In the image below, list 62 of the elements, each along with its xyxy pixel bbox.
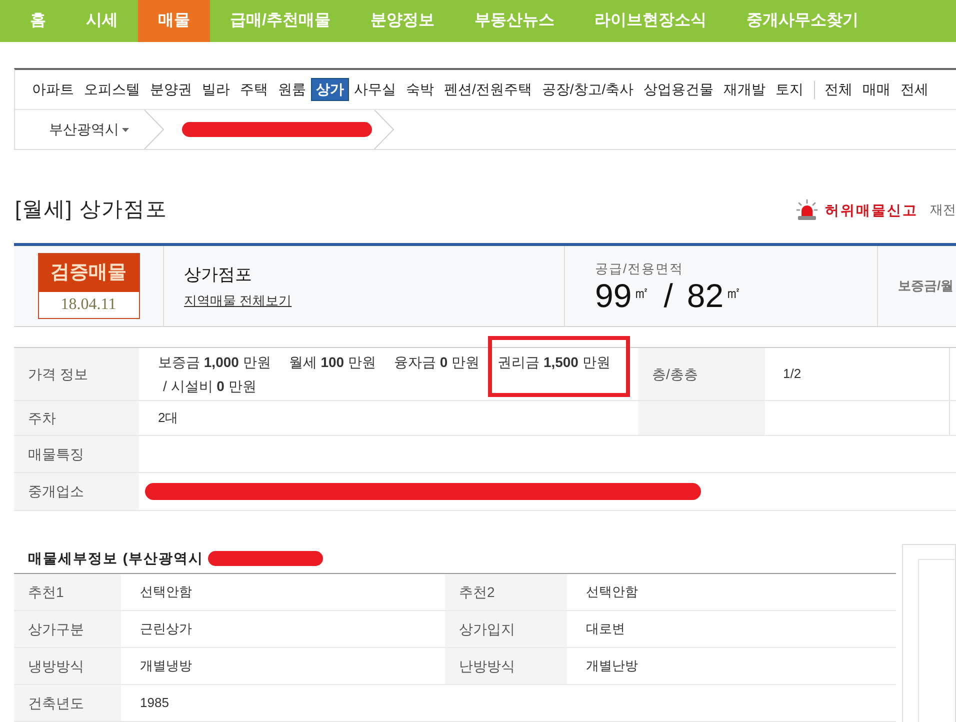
- area-value: 82: [686, 278, 724, 314]
- category-tab[interactable]: 전체: [820, 78, 858, 101]
- table-label-cell: 상가구분: [14, 611, 121, 647]
- table-cell-text: 1/2: [783, 365, 802, 384]
- category-tab[interactable]: 재개발: [718, 78, 771, 101]
- category-tab[interactable]: 숙박: [401, 78, 439, 101]
- table-cell-text: 선택안함: [586, 583, 638, 602]
- price-item: 보증금 1,000 만원: [158, 352, 271, 372]
- table-cell-text: 1985: [140, 694, 169, 712]
- category-tab[interactable]: 공장/창고/축사: [536, 78, 639, 101]
- badge-date: 18.04.11: [60, 295, 118, 315]
- table-label-cell: 난방방식: [445, 648, 567, 684]
- table-label-cell: 중개업소: [14, 473, 139, 510]
- category-tab[interactable]: 아파트: [27, 78, 79, 101]
- listing-name: 상가점포: [184, 264, 253, 286]
- table-label-cell: 냉방방식: [14, 648, 121, 684]
- category-tab[interactable]: 토지: [770, 78, 809, 101]
- badge-label: 검증매물: [38, 254, 138, 292]
- category-tab[interactable]: 주택: [235, 78, 273, 101]
- breadcrumb-chevron-icon: [374, 110, 394, 149]
- area-listings-link[interactable]: 지역매물 전체보기: [184, 290, 292, 310]
- siren-icon: [796, 199, 818, 221]
- table-label-cell: 추천1: [14, 574, 121, 610]
- table-cell-text: 선택안함: [140, 583, 192, 602]
- price-item: 권리금 1,500 만원: [498, 354, 610, 370]
- price-item: 월세 100 만원: [288, 352, 376, 372]
- table-label-cell: 건축년도: [14, 685, 121, 721]
- price-item: 융자금 0 만원: [394, 352, 480, 372]
- category-tab[interactable]: 사무실: [349, 78, 401, 101]
- listing-title: [월세] 상가점포: [15, 197, 168, 224]
- category-tab[interactable]: 오피스텔: [79, 78, 145, 101]
- breadcrumb-chevron-icon: [144, 110, 164, 149]
- area-unit: ㎡: [726, 284, 742, 304]
- area-separator: /: [664, 278, 673, 314]
- area-unit: ㎡: [634, 284, 650, 304]
- table-label-cell: 추천2: [445, 574, 567, 610]
- table-cell-text: 근린상가: [140, 620, 192, 638]
- table-label-cell: 매물특징: [14, 436, 139, 472]
- table-cell-text: 2대: [158, 409, 178, 428]
- category-tab[interactable]: 상가: [311, 78, 349, 101]
- table-cell-text: 개별냉방: [140, 657, 192, 676]
- category-tab[interactable]: 펜션/전원주택: [439, 78, 537, 101]
- price-item: / 시설비 0 만원: [163, 376, 256, 396]
- category-tab[interactable]: 상업용건물: [638, 78, 719, 101]
- category-tab[interactable]: 원룸: [273, 78, 311, 101]
- section-title: 매물세부정보 (부산광역시: [28, 549, 204, 568]
- category-tab[interactable]: 빌라: [197, 78, 235, 101]
- table-label-cell: 상가입지: [445, 611, 567, 647]
- table-cell-text: 대로변: [586, 620, 625, 638]
- region-dropdown[interactable]: 부산광역시: [15, 119, 144, 140]
- category-tab[interactable]: 매매: [858, 78, 896, 101]
- table-label-cell: 가격 정보: [14, 348, 139, 400]
- price-label: 보증금/월: [898, 277, 954, 296]
- area-value: 99: [595, 278, 632, 314]
- category-tab[interactable]: 분양권: [145, 78, 197, 101]
- table-label-cell: 주차: [14, 401, 139, 435]
- side-link[interactable]: 재전: [930, 200, 956, 220]
- report-link[interactable]: 허위매물신고: [825, 200, 918, 220]
- area-label: 공급/전용면적: [595, 260, 685, 278]
- table-cell-text: 개별난방: [586, 657, 638, 676]
- category-tab[interactable]: 전세: [896, 78, 934, 101]
- table-label-cell: 층/총층: [638, 348, 765, 400]
